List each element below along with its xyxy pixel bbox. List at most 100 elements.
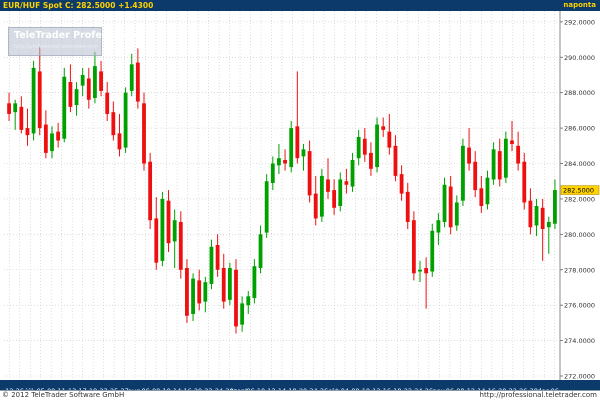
candlestick-chart[interactable]: 272.0000 274.0000 276.0000 278.0000 280.0000… [0,11,600,380]
candle-body-down [344,181,349,185]
candle-body-down [369,152,373,169]
candle-body-up [319,175,324,217]
candle-body-up [270,163,275,183]
candle-body-up [203,282,208,302]
candle-body-up [172,220,177,242]
candle-body-down [326,179,330,192]
candle-body-up [209,246,214,284]
candle-body-down [7,103,11,114]
candle-body-down [142,103,146,164]
y-tick-label: 278.0000 [564,266,595,274]
candle-body-up [375,124,379,168]
candle-body-up [80,74,85,86]
y-tick-label: 280.0000 [564,231,595,239]
candle-body-down [25,128,30,136]
candle-body-up [503,138,508,178]
chart-header: EUR/HUF Spot C: 282.5000 +1.4300 naponta [0,0,600,11]
candle-body-up [277,158,281,166]
candle-body-down [117,133,122,150]
candle-body-down [283,159,287,164]
candle-body-down [479,188,484,207]
copyright-text: © 2012 TeleTrader Software GmbH [2,391,125,399]
candle-body-down [405,191,410,222]
candle-body-up [246,296,251,306]
candle-body-down [221,267,226,302]
y-tick-label: 288.0000 [564,89,595,97]
watermark-url: http://professional.teletrader.com [14,44,98,50]
candle-body-down [37,71,42,129]
candle-body-down [313,193,318,219]
candle-body-down [56,131,61,141]
candle-body-up [264,181,269,233]
candle-body-up [546,221,551,228]
candle-body-up [191,278,195,315]
symbol-quote-label: EUR/HUF Spot C: 282.5000 +1.4300 [3,0,153,11]
candle-body-down [99,71,103,91]
candle-body-up [418,269,422,272]
candle-body-down [111,112,116,136]
y-tick-label: 286.0000 [564,125,595,133]
candle-body-down [362,138,367,155]
candle-body-down [411,220,416,274]
candle-body-up [50,133,54,152]
candle-body-down [473,161,478,191]
candle-body-down [528,200,533,228]
candle-body-up [491,149,496,180]
candle-body-up [123,92,128,148]
y-tick-label: 282.0000 [564,195,595,203]
candle-body-up [13,103,18,113]
watermark-title: TeleTrader Professional [14,30,140,41]
candle-body-down [197,280,202,304]
candle-body-down [105,92,110,114]
candle-body-up [454,202,459,226]
y-tick-label: 284.0000 [564,160,595,168]
candle-body-up [289,128,294,168]
y-tick-label: 272.0000 [564,373,595,381]
candle-body-down [86,78,91,100]
candle-body-up [252,266,257,299]
candle-body-down [185,267,189,316]
y-tick-label: 274.0000 [564,337,595,345]
candle-body-up [534,206,539,226]
chart-window: EUR/HUF Spot C: 282.5000 +1.4300 naponta… [0,0,600,400]
last-quote: C: 282.5000 +1.4300 [64,1,154,10]
y-tick-label: 290.0000 [564,54,595,62]
candle-body-down [497,151,502,180]
candle-body-down [135,62,140,102]
candle-body-down [148,161,153,221]
candle-body-down [215,244,220,270]
last-price-label: 282.5000 [563,187,594,195]
plot-area[interactable]: 272.0000 274.0000 276.0000 278.0000 280.0000… [0,11,600,380]
candle-body-down [393,145,398,176]
candle-body-up [356,136,361,159]
candle-body-down [19,106,24,130]
candle-body-down [307,151,312,196]
candle-body-down [522,161,527,203]
candle-body-down [43,124,48,153]
y-tick-label: 276.0000 [564,302,595,310]
candle-body-up [436,220,441,233]
candle-body-down [166,200,171,244]
candle-body-down [154,218,159,263]
candle-body-up [93,66,97,98]
candle-body-up [338,179,343,207]
candle-body-down [234,269,238,327]
y-tick-label: 292.0000 [564,18,595,26]
footer: © 2012 TeleTrader Software GmbH http://p… [0,390,600,400]
footer-url[interactable]: http://professional.teletrader.com [480,391,597,400]
candle-body-down [510,140,514,145]
candle-body-up [227,267,232,300]
candle-body-up [350,159,355,187]
teletrader-logo-watermark: TeleTrader Professional http://professio… [8,27,139,56]
candle-body-down [399,174,404,194]
candle-body-up [553,190,557,224]
x-axis-bar: 1226júl.050911131719232527aug.0608101416… [0,380,600,395]
candle-body-up [62,76,67,139]
candle-body-up [258,234,263,268]
candle-body-up [485,177,490,205]
candle-body-up [31,67,36,134]
period-label[interactable]: naponta [563,0,596,11]
candle-body-down [516,145,521,164]
candle-body-up [430,230,435,272]
candle-body-down [295,126,300,159]
